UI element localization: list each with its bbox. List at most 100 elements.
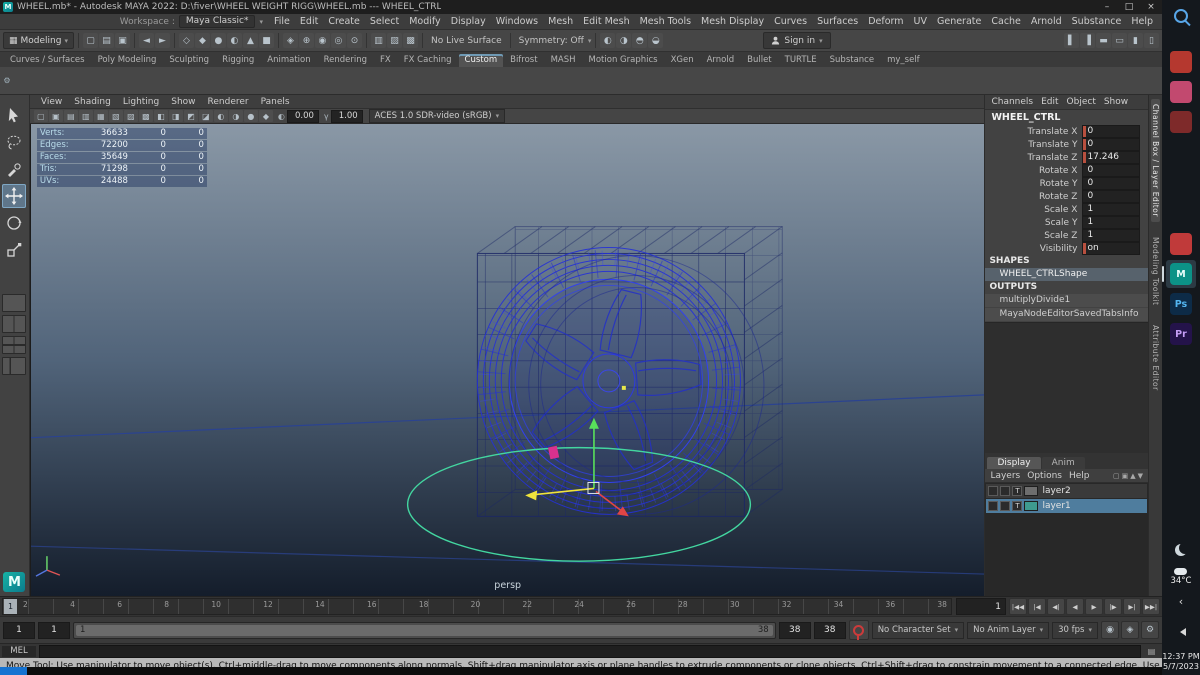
taskbar-overflow-button[interactable]: ‹ (1166, 588, 1196, 616)
channel-row[interactable]: Scale X 1 (985, 203, 1148, 216)
layer-display-type-toggle[interactable]: T (1012, 486, 1023, 496)
select-camera-icon[interactable]: ▢ (33, 110, 48, 122)
safe-action-icon[interactable]: ◪ (198, 110, 213, 122)
redo-button[interactable]: ► (154, 33, 170, 48)
layer-visibility-toggle[interactable] (988, 486, 999, 496)
layer-color-swatch[interactable] (1024, 501, 1039, 511)
workspace-selector[interactable]: Workspace : Maya Classic* ▾ (120, 15, 269, 28)
field-chart-icon[interactable]: ◩ (183, 110, 198, 122)
animation-end-field[interactable]: 38 (813, 621, 846, 639)
channel-value-field[interactable]: 0 (1082, 164, 1141, 177)
channel-row[interactable]: Visibility on (985, 242, 1148, 255)
channel-value-field[interactable]: 1 (1082, 229, 1141, 242)
shelf-tab[interactable]: Bifrost (504, 54, 543, 67)
channel-box-menu-item[interactable]: Show (1104, 97, 1128, 107)
menu-item[interactable]: Edit (295, 16, 323, 27)
go-to-start-button[interactable]: |◀◀ (1009, 598, 1027, 615)
fps-selector[interactable]: 30 fps ▾ (1052, 621, 1098, 639)
lighting-display-icon[interactable]: ◆ (258, 110, 273, 122)
weather-widget[interactable]: 34°C (1170, 568, 1192, 586)
colorspace-selector[interactable]: ACES 1.0 SDR-video (sRGB) ▾ (368, 109, 506, 123)
menu-item[interactable]: Display (446, 16, 491, 27)
render-current-frame-button[interactable]: ◐ (600, 33, 616, 48)
menu-item[interactable]: Windows (491, 16, 543, 27)
lock-selection-button[interactable]: ■ (258, 33, 274, 48)
channel-value-field[interactable]: 0 (1082, 138, 1141, 151)
layer-move-up-icon[interactable]: ▲ (1130, 472, 1135, 480)
playback-start-field[interactable]: 1 (38, 621, 70, 639)
shelf-tab[interactable]: Custom (458, 54, 504, 67)
shelf-tab[interactable]: MASH (545, 54, 582, 67)
channel-value-field[interactable]: 0 (1082, 190, 1141, 203)
range-slider-bar[interactable]: 1 38 (76, 624, 773, 636)
shelf-tab[interactable]: Arnold (701, 54, 741, 67)
snap-to-projected-center-button[interactable]: ◎ (330, 33, 346, 48)
channel-row[interactable]: Rotate Z 0 (985, 190, 1148, 203)
layout-two-pane-button[interactable] (2, 315, 27, 333)
character-set-selector[interactable]: No Character Set ▾ (871, 621, 965, 639)
sidebar-vertical-tab[interactable]: Attribute Editor (1151, 320, 1160, 396)
shelf-tab[interactable]: Motion Graphics (583, 54, 664, 67)
shelf-tab[interactable]: XGen (665, 54, 700, 67)
menu-item[interactable]: Deform (863, 16, 908, 27)
taskbar-clock[interactable]: 12:37 PM 5/7/2023 (1162, 652, 1199, 672)
menu-item[interactable]: Mesh (543, 16, 578, 27)
open-scene-button[interactable]: ▤ (98, 33, 114, 48)
panel-menu-item[interactable]: Lighting (118, 97, 164, 107)
menu-item[interactable]: File (269, 16, 295, 27)
play-forwards-button[interactable]: ▶ (1085, 598, 1103, 615)
lock-camera-icon[interactable]: ▣ (48, 110, 63, 122)
shelf-menu-gear-icon[interactable]: ⚙ (3, 76, 10, 85)
layer-new-from-selected-icon[interactable]: ▣ (1122, 472, 1129, 480)
image-plane-icon[interactable]: ▦ (93, 110, 108, 122)
textured-display-icon[interactable]: ● (243, 110, 258, 122)
anim-layer-selector[interactable]: No Anim Layer ▾ (967, 621, 1050, 639)
playback-end-field[interactable]: 38 (778, 621, 811, 639)
resolution-gate-icon[interactable]: ◧ (153, 110, 168, 122)
command-input[interactable] (39, 644, 1141, 658)
gamma-field[interactable]: γ 1.00 (324, 109, 363, 123)
sidebar-vertical-tab[interactable]: Channel Box / Layer Editor (1151, 99, 1161, 222)
app-icon-red[interactable] (1166, 48, 1196, 76)
list-outputs-button[interactable]: ▩ (402, 33, 418, 48)
paint-select-tool-button[interactable] (2, 157, 26, 181)
toggle-attribute-editor-button[interactable]: ▬ (1096, 33, 1111, 48)
menu-item[interactable]: Mesh Tools (635, 16, 696, 27)
step-forward-frame-button[interactable]: ▶| (1123, 598, 1141, 615)
start-button[interactable] (0, 667, 27, 675)
exposure-value[interactable]: 0.00 (286, 109, 319, 123)
scene[interactable] (30, 124, 985, 596)
panel-menu-item[interactable]: View (36, 97, 67, 107)
wireframe-display-icon[interactable]: ◐ (213, 110, 228, 122)
shape-node-name[interactable]: WHEEL_CTRLShape (985, 268, 1149, 281)
move-tool-button[interactable] (2, 184, 27, 208)
layer-menu-item[interactable]: Layers (990, 471, 1020, 481)
layer-color-swatch[interactable] (1024, 486, 1039, 496)
channel-row[interactable]: Rotate Y 0 (985, 177, 1148, 190)
layer-playback-toggle[interactable] (1000, 486, 1011, 496)
snap-to-curve-button[interactable]: ⊕ (298, 33, 314, 48)
menu-item[interactable]: Curves (769, 16, 812, 27)
rotate-tool-button[interactable] (2, 211, 26, 235)
auto-key-button[interactable] (848, 620, 869, 640)
premiere-taskbar-icon[interactable]: Pr (1166, 320, 1196, 348)
snap-to-view-plane-button[interactable]: ⊙ (346, 33, 362, 48)
symmetry-selector[interactable]: Symmetry: Off (515, 36, 588, 46)
shelf-tab[interactable]: Rigging (216, 54, 260, 67)
list-inputs-button[interactable]: ▨ (386, 33, 402, 48)
new-scene-button[interactable]: ▢ (82, 33, 98, 48)
toggle-channel-box-button[interactable]: ▮ (1128, 33, 1143, 48)
layer-name[interactable]: layer1 (1040, 501, 1070, 511)
node-name[interactable]: WHEEL_CTRL (985, 110, 1148, 125)
menu-item[interactable]: UV (909, 16, 932, 27)
undo-button[interactable]: ◄ (138, 33, 154, 48)
script-editor-button[interactable]: ▤ (1144, 645, 1159, 657)
app-icon-crimson[interactable] (1166, 230, 1196, 258)
two-d-pan-zoom-icon[interactable]: ▧ (108, 110, 123, 122)
current-time-marker[interactable]: 1 (4, 599, 17, 614)
search-button[interactable] (1166, 2, 1196, 30)
oversampling-icon[interactable]: ▨ (123, 110, 138, 122)
step-forward-key-button[interactable]: |▶ (1104, 598, 1122, 615)
app-icon-pink[interactable] (1166, 78, 1196, 106)
output-node-name[interactable]: multiplyDivide1 (985, 294, 1149, 307)
